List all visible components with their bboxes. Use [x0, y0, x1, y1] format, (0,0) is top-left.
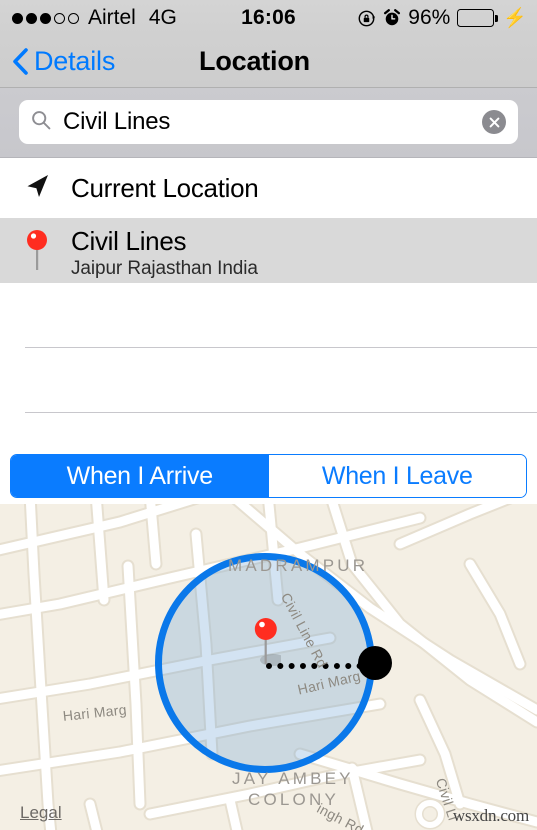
rotation-lock-icon: [357, 9, 376, 28]
map-view[interactable]: MADRAMPUR JAY AMBEY COLONY Civil Line Rd…: [0, 504, 537, 830]
watermark: wsxdn.com: [453, 806, 529, 826]
result-text-group: Civil Lines Jaipur Rajasthan India: [71, 227, 258, 280]
charging-bolt-icon: ⚡: [503, 9, 527, 28]
navigation-arrow-icon: [22, 171, 52, 206]
search-input-value: Civil Lines: [63, 108, 506, 136]
search-results-list: Current Location Civil Lines Jaipur Raja…: [0, 158, 537, 445]
current-location-label: Current Location: [71, 173, 258, 204]
result-title: Civil Lines: [71, 227, 258, 255]
segmented-control-container: When I Arrive When I Leave: [0, 446, 537, 504]
battery-percentage: 96%: [408, 6, 450, 30]
trigger-type-segmented-control[interactable]: When I Arrive When I Leave: [10, 454, 527, 498]
status-bar-right: 96% ⚡: [357, 0, 527, 36]
search-input[interactable]: Civil Lines: [19, 100, 518, 144]
list-item-civil-lines[interactable]: Civil Lines Jaipur Rajasthan India: [0, 218, 537, 283]
alarm-icon: [383, 9, 401, 27]
segment-when-i-leave[interactable]: When I Leave: [269, 455, 527, 497]
geofence-radius-handle[interactable]: [358, 646, 392, 680]
legal-link[interactable]: Legal: [20, 803, 62, 823]
list-item-current-location[interactable]: Current Location: [0, 158, 537, 218]
map-pin-icon[interactable]: [251, 616, 281, 668]
navigation-bar: Details Location: [0, 36, 537, 88]
search-bar-container: Civil Lines: [0, 88, 537, 158]
status-bar: Airtel 4G 16:06 96%: [0, 0, 537, 36]
segment-when-i-arrive[interactable]: When I Arrive: [11, 455, 269, 497]
list-item-empty[interactable]: [0, 348, 537, 413]
battery-icon: [457, 9, 494, 27]
result-subtitle: Jaipur Rajasthan India: [71, 259, 258, 280]
list-item-empty[interactable]: [0, 283, 537, 348]
clear-icon[interactable]: [482, 110, 506, 134]
map-pin-icon: [22, 227, 52, 277]
page-title: Location: [0, 36, 537, 87]
iphone-screen: Airtel 4G 16:06 96%: [0, 0, 537, 830]
search-icon: [31, 110, 51, 135]
